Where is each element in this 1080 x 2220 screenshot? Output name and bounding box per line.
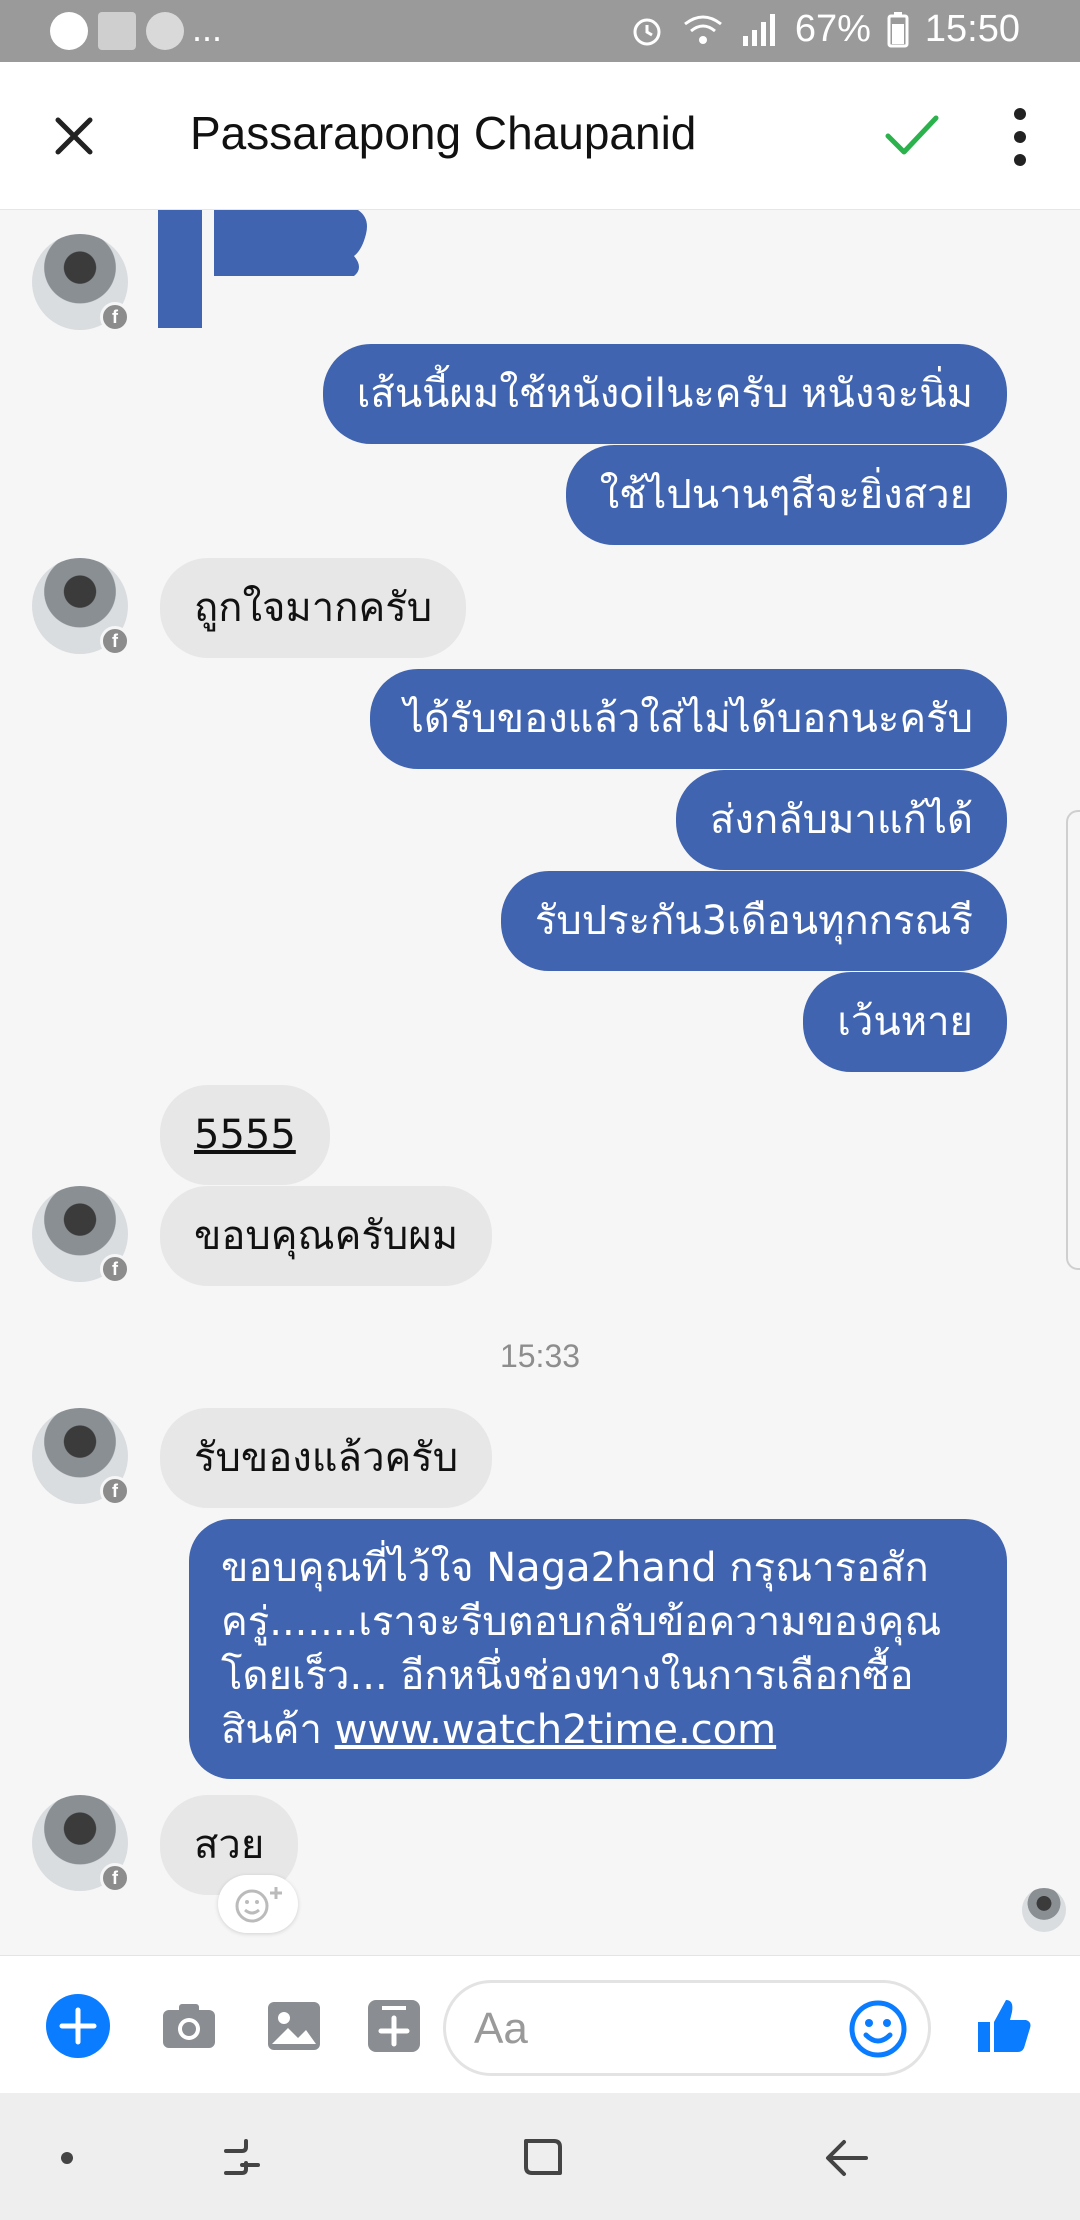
camera-icon[interactable] (157, 1994, 221, 2058)
incoming-message[interactable]: 5555 (160, 1085, 330, 1185)
close-icon[interactable] (42, 104, 106, 168)
plus-icon[interactable] (46, 1994, 110, 2058)
avatar[interactable]: f (32, 558, 130, 656)
status-bar: ... 67% 15:50 (0, 0, 1080, 62)
nav-dot-icon[interactable] (32, 2123, 102, 2193)
signal-icon (742, 13, 775, 46)
outgoing-auto-reply-message[interactable]: ขอบคุณที่ไว้ใจ Naga2hand กรุณารอสักครู่.… (189, 1519, 1007, 1779)
thumbs-up-icon[interactable] (972, 1994, 1036, 2058)
outgoing-message[interactable]: เส้นนี้ผมใช้หนังoilนะครับ หนังจะนิ่ม (322, 344, 1007, 444)
scroll-edge[interactable] (1066, 810, 1080, 1270)
incoming-message[interactable]: ขอบคุณครับผม (160, 1186, 493, 1286)
more-options-icon[interactable] (1000, 102, 1040, 172)
outgoing-message[interactable]: ส่งกลับมาแก้ได้ (676, 770, 1007, 870)
system-navigation-bar (0, 2093, 1080, 2220)
avatar[interactable]: f (32, 1408, 130, 1506)
back-icon[interactable] (812, 2123, 882, 2193)
add-reaction-button[interactable] (218, 1875, 298, 1933)
mosque-app-icon (50, 12, 88, 50)
avatar[interactable]: f (32, 1186, 130, 1284)
message-input[interactable] (474, 2001, 834, 2057)
mark-done-check-icon[interactable] (880, 102, 944, 166)
outgoing-message[interactable]: เว้นหาย (803, 972, 1007, 1072)
thumbs-up-sticker (158, 210, 367, 328)
message-composer (0, 1955, 1080, 2093)
gallery-icon[interactable] (262, 1994, 326, 2058)
emoji-icon[interactable] (846, 1997, 910, 2061)
facebook-badge-icon: f (100, 626, 130, 656)
conversation-title: Passarapong Chaupanid (190, 107, 697, 159)
phone-number-link[interactable]: 5555 (194, 1112, 296, 1158)
more-notifications: ... (192, 8, 223, 49)
facebook-badge-icon: f (100, 302, 130, 332)
message-input-box[interactable] (443, 1980, 931, 2076)
facebook-badge-icon: f (100, 1254, 130, 1284)
avatar[interactable]: f (32, 234, 130, 332)
sticker-icon[interactable] (362, 1994, 426, 2058)
gallery-app-icon (98, 12, 136, 50)
website-link[interactable]: www.watch2time.com (335, 1707, 776, 1753)
clock: 15:50 (924, 8, 1020, 50)
message-timestamp: 15:33 (499, 1338, 581, 1374)
facebook-badge-icon: f (100, 1863, 130, 1893)
outgoing-message[interactable]: รับประกัน3เดือนทุกกรณรี (500, 871, 1007, 971)
line-app-icon (146, 12, 184, 50)
avatar[interactable]: f (32, 1795, 130, 1893)
conversation-header: Passarapong Chaupanid (0, 62, 1080, 210)
add-reaction-icon (235, 1887, 282, 1923)
outgoing-message[interactable]: ใช้ไปนานๆสีจะยิ่งสวย (565, 445, 1007, 545)
outgoing-message[interactable]: ได้รับของแล้วใส่ไม่ได้บอกนะครับ (369, 669, 1007, 769)
incoming-message[interactable]: ถูกใจมากครับ (160, 558, 467, 658)
incoming-message[interactable]: รับของแล้วครับ (160, 1408, 493, 1508)
recent-apps-icon[interactable] (208, 2123, 278, 2193)
facebook-badge-icon: f (100, 1476, 130, 1506)
message-list[interactable]: f เส้นนี้ผมใช้หนังoilนะครับ หนังจะนิ่ม ใ… (0, 210, 1080, 1955)
seen-by-avatar (1022, 1888, 1066, 1932)
home-icon[interactable] (508, 2123, 578, 2193)
battery-percent: 67% (794, 8, 871, 50)
wifi-icon (683, 15, 722, 44)
alarm-icon (633, 18, 661, 45)
battery-icon (887, 11, 909, 47)
